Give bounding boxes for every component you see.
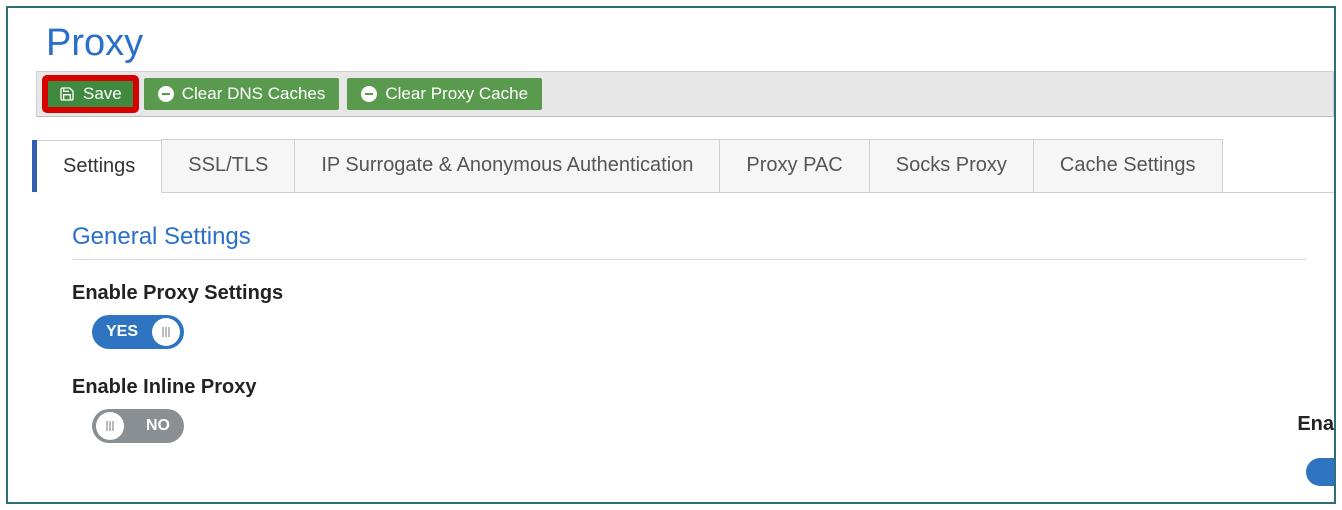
save-button-label: Save: [83, 84, 122, 104]
tab-socks-proxy[interactable]: Socks Proxy: [869, 139, 1034, 192]
tab-content: General Settings Enable Proxy Settings Y…: [8, 193, 1306, 448]
clear-dns-button[interactable]: Clear DNS Caches: [144, 78, 340, 110]
action-toolbar: Save Clear DNS Caches Clear Proxy Cache: [36, 71, 1334, 117]
tab-proxy-pac[interactable]: Proxy PAC: [719, 139, 869, 192]
cutoff-label: Ena: [1297, 413, 1334, 436]
toggle-knob: [152, 318, 180, 346]
minus-circle-icon: [158, 86, 174, 102]
tab-cache-settings[interactable]: Cache Settings: [1033, 139, 1223, 192]
enable-inline-proxy-toggle[interactable]: NO: [92, 409, 184, 443]
page-title: Proxy: [8, 8, 1334, 71]
clear-proxy-cache-label: Clear Proxy Cache: [385, 84, 528, 104]
minus-circle-icon: [361, 86, 377, 102]
toggle-value: YES: [106, 323, 138, 341]
tab-ip-surrogate[interactable]: IP Surrogate & Anonymous Authentication: [294, 139, 720, 192]
grip-icon: [106, 421, 114, 431]
tab-ssl-tls[interactable]: SSL/TLS: [161, 139, 295, 192]
active-tab-marker: [32, 140, 37, 192]
enable-proxy-toggle[interactable]: YES: [92, 315, 184, 349]
tabs: Settings SSL/TLS IP Surrogate & Anonymou…: [36, 139, 1334, 193]
clear-dns-label: Clear DNS Caches: [182, 84, 326, 104]
tab-settings[interactable]: Settings: [36, 140, 162, 193]
cutoff-toggle-fragment[interactable]: [1306, 458, 1334, 486]
toggle-value: NO: [146, 417, 170, 435]
enable-proxy-label: Enable Proxy Settings: [72, 282, 1306, 305]
clear-proxy-cache-button[interactable]: Clear Proxy Cache: [347, 78, 542, 110]
proxy-settings-panel: Proxy Save Clear DNS Caches Clear Proxy …: [6, 6, 1336, 504]
enable-inline-proxy-label: Enable Inline Proxy: [72, 376, 1306, 399]
toggle-knob: [96, 412, 124, 440]
grip-icon: [162, 327, 170, 337]
save-button[interactable]: Save: [45, 78, 136, 110]
section-title-general: General Settings: [72, 223, 1306, 260]
save-icon: [59, 86, 75, 102]
tab-label: Settings: [63, 155, 135, 177]
